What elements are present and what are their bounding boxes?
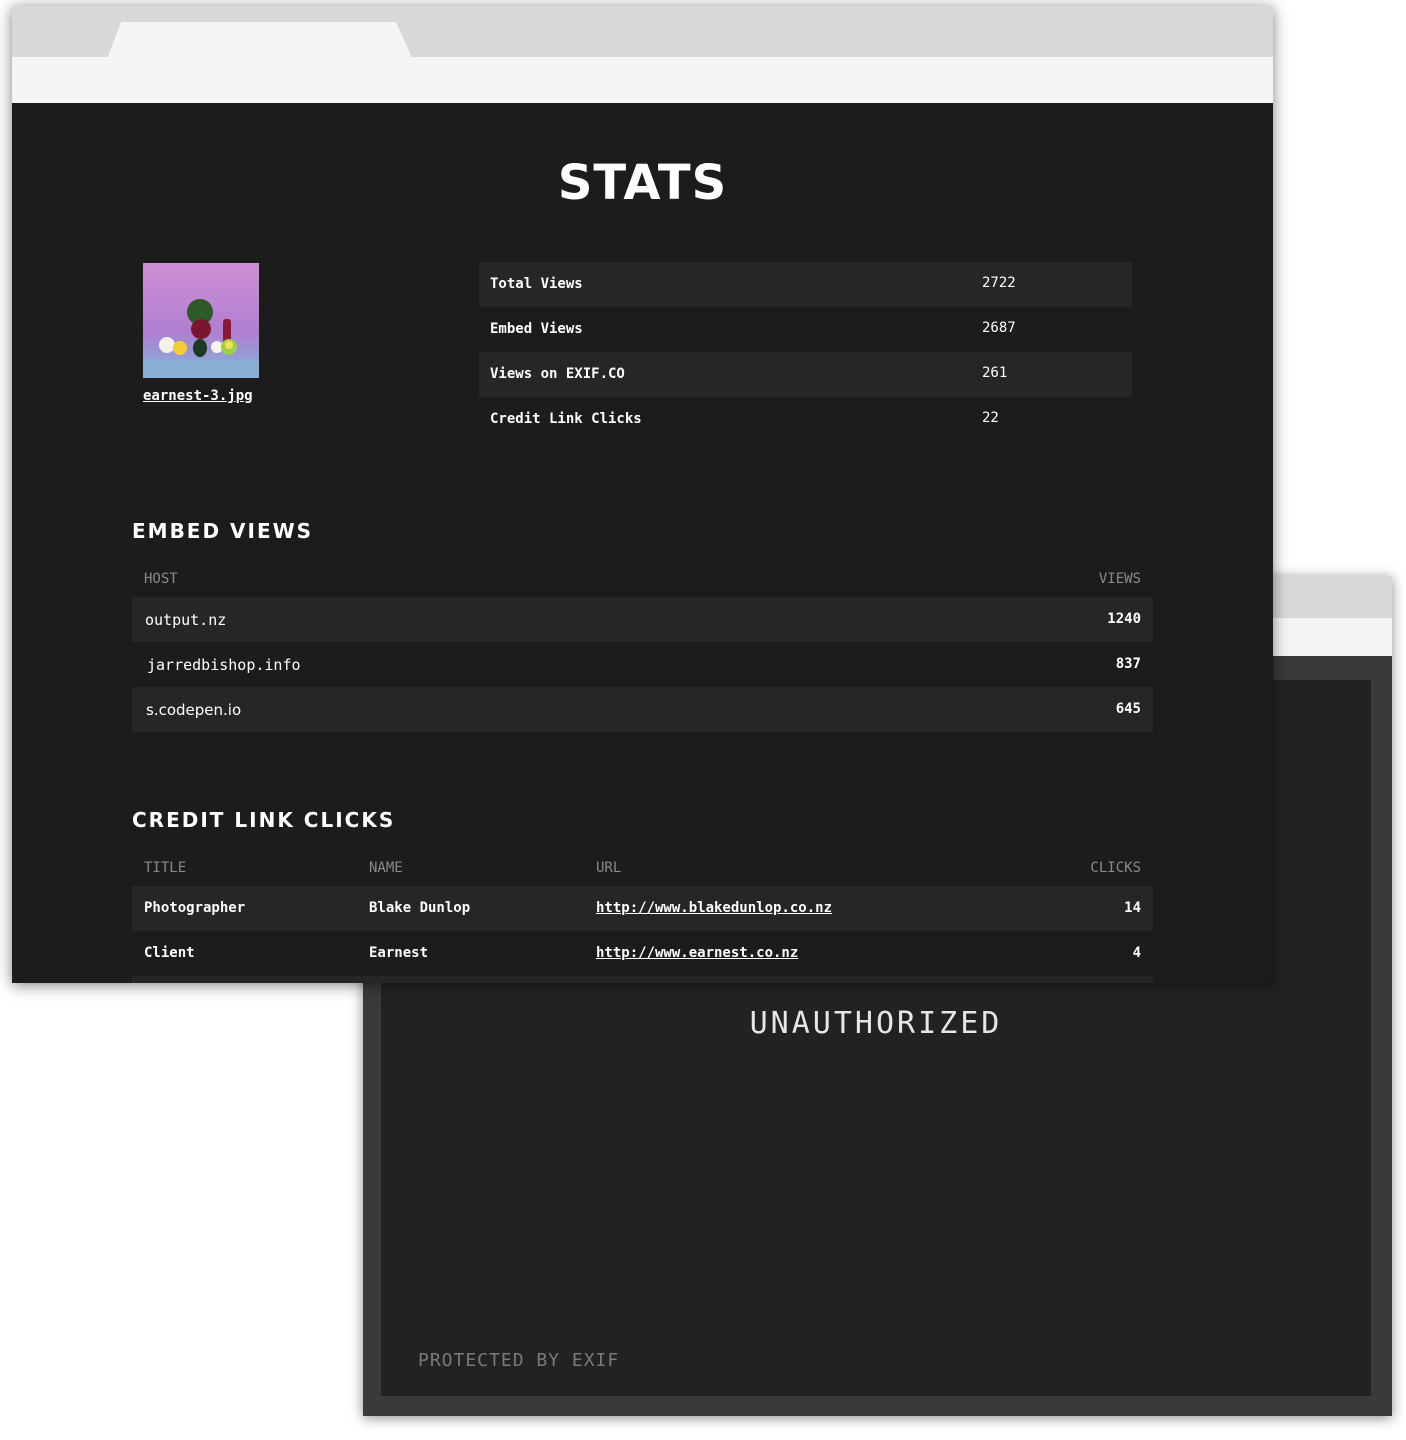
summary-value: 261 bbox=[982, 365, 1008, 381]
summary-label: Credit Link Clicks bbox=[490, 411, 642, 427]
url-link[interactable]: http://www.earnest.co.nz bbox=[596, 945, 798, 961]
summary-row: Embed Views 2687 bbox=[479, 307, 1132, 352]
column-header-name: NAME bbox=[369, 860, 403, 876]
host-cell: jarredbishop.info bbox=[147, 656, 301, 674]
summary-label: Embed Views bbox=[490, 321, 583, 337]
table-row-partial bbox=[132, 976, 1153, 983]
views-cell: 1240 bbox=[1107, 611, 1141, 627]
thumbnail-fruit bbox=[191, 319, 211, 339]
table-row: s.codepen.io 645 bbox=[132, 687, 1153, 732]
table-row: Photographer Blake Dunlop http://www.bla… bbox=[132, 886, 1153, 931]
title-cell: Client bbox=[144, 945, 195, 961]
column-header-host: HOST bbox=[144, 571, 178, 587]
views-cell: 645 bbox=[1115, 701, 1141, 717]
column-header-title: TITLE bbox=[144, 860, 187, 876]
image-thumbnail[interactable] bbox=[143, 263, 259, 378]
table-row: Client Earnest http://www.earnest.co.nz … bbox=[132, 931, 1153, 976]
summary-value: 2687 bbox=[982, 320, 1016, 336]
credit-link-clicks-table: TITLE NAME URL CLICKS Photographer Blake… bbox=[132, 850, 1153, 983]
summary-value: 22 bbox=[982, 410, 999, 426]
column-header-url: URL bbox=[596, 860, 622, 876]
host-cell: output.nz bbox=[145, 611, 227, 629]
table-row: output.nz 1240 bbox=[132, 597, 1153, 642]
embed-views-heading: EMBED VIEWS bbox=[132, 519, 314, 543]
stats-page-content: STATS earnest-3.jpg Total Views 2722 Emb… bbox=[12, 103, 1273, 983]
summary-stats-table: Total Views 2722 Embed Views 2687 Views … bbox=[479, 262, 1132, 442]
stats-browser-window: STATS earnest-3.jpg Total Views 2722 Emb… bbox=[12, 6, 1273, 983]
credit-link-clicks-heading: CREDIT LINK CLICKS bbox=[132, 808, 396, 832]
name-cell: Blake Dunlop bbox=[369, 900, 471, 916]
protected-by-footer: PROTECTED BY EXIF bbox=[418, 1350, 620, 1371]
browser-toolbar bbox=[12, 57, 1273, 103]
summary-row: Credit Link Clicks 22 bbox=[479, 397, 1132, 442]
table-row: jarredbishop.info 837 bbox=[132, 642, 1153, 687]
summary-row: Total Views 2722 bbox=[479, 262, 1132, 307]
embed-views-table: HOST VIEWS output.nz 1240 jarredbishop.i… bbox=[132, 561, 1153, 732]
summary-label: Total Views bbox=[490, 276, 583, 292]
table-header: HOST VIEWS bbox=[132, 561, 1153, 597]
page-title: STATS bbox=[557, 155, 728, 211]
thumbnail-shelf bbox=[143, 360, 259, 378]
host-cell: s.codepen.io bbox=[146, 701, 242, 719]
unauthorized-message: UNAUTHORIZED bbox=[749, 1006, 1003, 1041]
clicks-cell: 14 bbox=[1124, 900, 1141, 916]
name-cell: Earnest bbox=[369, 945, 429, 961]
views-cell: 837 bbox=[1115, 656, 1141, 672]
title-cell: Photographer bbox=[144, 900, 246, 916]
summary-value: 2722 bbox=[982, 275, 1016, 291]
browser-tab[interactable] bbox=[106, 22, 414, 62]
summary-row: Views on EXIF.CO 261 bbox=[479, 352, 1132, 397]
thumbnail-fruit bbox=[173, 341, 187, 355]
url-link[interactable]: http://www.blakedunlop.co.nz bbox=[596, 900, 832, 916]
thumbnail-fruit bbox=[225, 341, 233, 349]
column-header-views: VIEWS bbox=[1098, 571, 1141, 587]
clicks-cell: 4 bbox=[1132, 945, 1141, 961]
table-header: TITLE NAME URL CLICKS bbox=[132, 850, 1153, 886]
image-filename-link[interactable]: earnest-3.jpg bbox=[143, 388, 253, 404]
column-header-clicks: CLICKS bbox=[1090, 860, 1141, 876]
thumbnail-fruit bbox=[193, 339, 207, 357]
summary-label: Views on EXIF.CO bbox=[490, 366, 625, 382]
